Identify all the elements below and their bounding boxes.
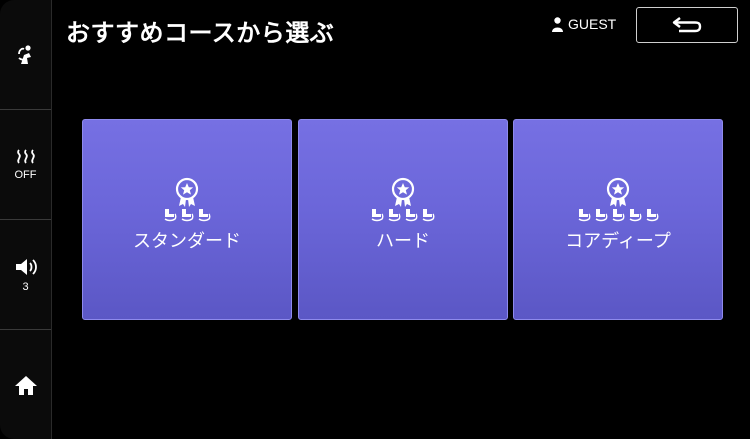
- course-label: コアディープ: [565, 231, 671, 252]
- page-title: おすすめコースから選ぶ: [66, 19, 335, 47]
- medal-icon: [606, 177, 630, 207]
- intensity-icon: [612, 209, 624, 222]
- user-indicator: GUEST: [552, 16, 616, 32]
- intensity-icon: [198, 209, 210, 222]
- sidebar: OFF 3: [0, 0, 52, 439]
- medal-icon: [175, 177, 199, 207]
- heat-icon: [16, 148, 35, 164]
- intensity-icon: [422, 209, 435, 222]
- intensity-icon: [405, 209, 418, 222]
- sidebar-heat-button[interactable]: OFF: [0, 110, 51, 220]
- intensity-indicator: [163, 208, 212, 222]
- sidebar-volume-button[interactable]: 3: [0, 220, 51, 330]
- user-icon: [552, 16, 563, 32]
- intensity-icon: [388, 209, 401, 222]
- course-card-hard[interactable]: ハード: [298, 119, 508, 320]
- intensity-indicator: [577, 208, 660, 222]
- intensity-icon: [181, 209, 193, 222]
- intensity-icon: [629, 209, 641, 222]
- course-card-standard[interactable]: スタンダード: [82, 119, 292, 320]
- back-arrow-icon: [672, 17, 702, 33]
- intensity-icon: [371, 209, 384, 222]
- volume-icon: [15, 258, 37, 275]
- intensity-icon: [595, 209, 607, 222]
- intensity-icon: [646, 209, 658, 222]
- massage-seat-icon: [17, 44, 31, 64]
- heat-status: OFF: [14, 168, 37, 181]
- intensity-icon: [578, 209, 590, 222]
- sidebar-massage-button[interactable]: [0, 0, 51, 110]
- course-label: ハード: [376, 231, 430, 252]
- intensity-icon: [164, 209, 176, 222]
- sidebar-home-button[interactable]: [0, 330, 51, 439]
- course-label: スタンダード: [133, 231, 241, 252]
- intensity-indicator: [370, 208, 436, 222]
- volume-level: 3: [22, 280, 29, 293]
- medal-icon: [391, 177, 415, 207]
- course-card-core-deep[interactable]: コアディープ: [513, 119, 723, 320]
- home-icon: [14, 375, 37, 395]
- user-label: GUEST: [568, 16, 617, 32]
- back-button[interactable]: [636, 7, 738, 43]
